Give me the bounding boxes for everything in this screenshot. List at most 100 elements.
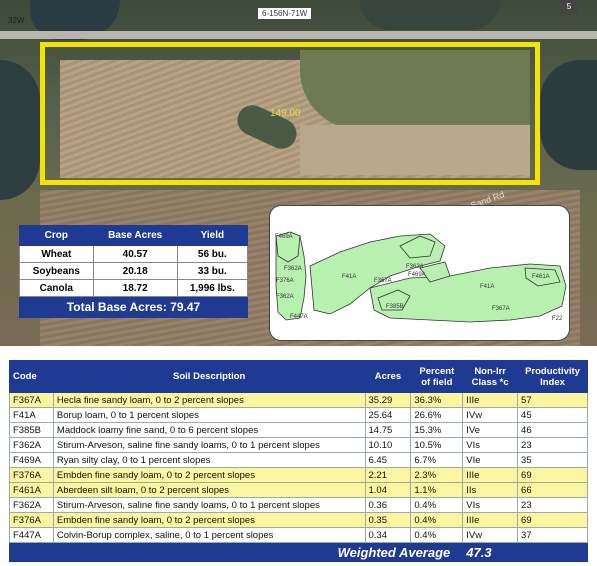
- crop-acres: 18.72: [92, 279, 178, 297]
- crop-yield: 33 bu.: [176, 262, 249, 280]
- soil-percent: 2.3%: [410, 467, 464, 483]
- soil-acres: 0.35: [364, 512, 412, 528]
- soil-index: 23: [517, 437, 588, 453]
- soil-description: Ryan silty clay, 0 to 1 percent slopes: [52, 452, 366, 468]
- table-row: F447A Colvin-Borup complex, saline, 0 to…: [9, 527, 588, 543]
- productivity-header: Productivity Index: [517, 360, 588, 393]
- soil-class: IIIe: [462, 467, 519, 483]
- water-area: [360, 0, 500, 30]
- weighted-average-value: 47.3: [462, 542, 588, 562]
- soil-percent: 36.3%: [410, 392, 464, 408]
- soil-class: VIs: [462, 437, 519, 453]
- soil-map-drawing: F469A F362A F376A F362A F447A F41A F367A…: [275, 231, 567, 323]
- soil-label: F362A: [276, 294, 294, 300]
- crop-table: Crop Base Acres Yield Wheat 40.57 56 bu.…: [19, 225, 249, 297]
- crop-yield: 1,996 lbs.: [176, 279, 249, 297]
- soil-label: F469A: [408, 272, 426, 278]
- soil-code: F461A: [9, 482, 54, 498]
- water-area: [540, 60, 597, 170]
- crop-summary: Crop Base Acres Yield Wheat 40.57 56 bu.…: [19, 225, 249, 322]
- crop-header: Crop: [19, 225, 94, 246]
- soil-percent: 10.5%: [410, 437, 464, 453]
- road: [0, 31, 597, 39]
- total-base-acres: Total Base Acres: 79.47: [19, 297, 248, 318]
- soil-description: Embden fine sandy loam, 0 to 2 percent s…: [52, 512, 366, 528]
- soil-description: Stirum-Arveson, saline fine sandy loams,…: [52, 497, 366, 513]
- table-row: F376A Embden fine sandy loam, 0 to 2 per…: [9, 467, 588, 483]
- soil-label: F367A: [492, 306, 510, 312]
- soil-percent: 6.7%: [410, 452, 464, 468]
- class-header-line2: Class *c: [471, 376, 509, 388]
- soil-class: IVw: [462, 407, 519, 423]
- road-label: 6-156N-71W: [258, 8, 312, 19]
- soil-index: 66: [517, 482, 588, 498]
- soil-index: 46: [517, 422, 588, 438]
- soil-index: 37: [517, 527, 588, 543]
- soil-description: Maddock loamy fine sand, 0 to 6 percent …: [52, 422, 366, 438]
- soil-class: IVw: [462, 527, 519, 543]
- acres-header: Acres: [364, 360, 412, 393]
- percent-header: Percent of field: [410, 360, 464, 393]
- percent-header-line1: Percent: [419, 365, 455, 377]
- corner-label: 32W: [8, 16, 25, 25]
- soil-acres: 0.36: [364, 497, 412, 513]
- crop-acres: 20.18: [92, 262, 178, 280]
- soil-acres: 10.10: [364, 437, 412, 453]
- soil-index: 69: [517, 512, 588, 528]
- table-row: F469A Ryan silty clay, 0 to 1 percent sl…: [9, 452, 588, 468]
- soil-acres: 0.34: [364, 527, 412, 543]
- table-row: F461A Aberdeen silt loam, 0 to 2 percent…: [9, 482, 588, 498]
- soil-index: 45: [517, 407, 588, 423]
- soil-description: Stirum-Arveson, saline fine sandy loams,…: [52, 437, 366, 453]
- productivity-header-line2: Index: [540, 376, 565, 388]
- soil-index: 69: [517, 467, 588, 483]
- soil-acres: 2.21: [364, 467, 412, 483]
- yield-header: Yield: [176, 225, 249, 246]
- table-row: F376A Embden fine sandy loam, 0 to 2 per…: [9, 512, 588, 528]
- crop-name: Canola: [19, 279, 94, 297]
- soil-percent: 0.4%: [410, 527, 464, 543]
- soil-code: F41A: [9, 407, 54, 423]
- soil-code: F362A: [9, 497, 54, 513]
- soil-percent: 15.3%: [410, 422, 464, 438]
- soil-acres: 35.29: [364, 392, 412, 408]
- soil-percent: 26.6%: [410, 407, 464, 423]
- soil-class: IIs: [462, 482, 519, 498]
- soil-percent: 0.4%: [410, 497, 464, 513]
- soil-code: F469A: [9, 452, 54, 468]
- weighted-average-row: Weighted Average 47.3: [8, 542, 588, 562]
- soil-percent: 0.4%: [410, 512, 464, 528]
- base-acres-header: Base Acres: [92, 225, 178, 246]
- soil-label: F22: [552, 316, 563, 322]
- soil-class: IVe: [462, 422, 519, 438]
- table-row: Soybeans 20.18 33 bu.: [19, 262, 249, 280]
- table-row: Wheat 40.57 56 bu.: [19, 245, 249, 263]
- soil-label: F41A: [342, 274, 356, 280]
- soil-code: F362A: [9, 437, 54, 453]
- soil-label: F469A: [275, 234, 293, 240]
- table-row: F362A Stirum-Arveson, saline fine sandy …: [9, 497, 588, 513]
- soil-label: F461A: [532, 274, 550, 280]
- table-row: F367A Hecla fine sandy loam, 0 to 2 perc…: [9, 392, 588, 408]
- soil-label: F367A: [374, 278, 392, 284]
- soil-description-header: Soil Description: [52, 360, 366, 393]
- soil-class: IIIe: [462, 512, 519, 528]
- soil-label: F362A: [284, 266, 302, 272]
- soil-percent: 1.1%: [410, 482, 464, 498]
- soil-class: VIe: [462, 452, 519, 468]
- soil-label: F447A: [290, 314, 308, 320]
- table-row: F385B Maddock loamy fine sand, 0 to 6 pe…: [9, 422, 588, 438]
- soil-code: F447A: [9, 527, 54, 543]
- weighted-average-label: Weighted Average: [8, 542, 464, 562]
- soil-acres: 1.04: [364, 482, 412, 498]
- soil-table: Code Soil Description Acres Percent of fi…: [8, 360, 588, 562]
- soil-description: Embden fine sandy loam, 0 to 2 percent s…: [52, 467, 366, 483]
- soil-code: F376A: [9, 467, 54, 483]
- soil-description: Borup loam, 0 to 1 percent slopes: [52, 407, 366, 423]
- soil-index: 57: [517, 392, 588, 408]
- soil-index: 35: [517, 452, 588, 468]
- soil-code: F376A: [9, 512, 54, 528]
- table-row: F362A Stirum-Arveson, saline fine sandy …: [9, 437, 588, 453]
- soil-description: Hecla fine sandy loam, 0 to 2 percent sl…: [52, 392, 366, 408]
- soil-class: VIs: [462, 497, 519, 513]
